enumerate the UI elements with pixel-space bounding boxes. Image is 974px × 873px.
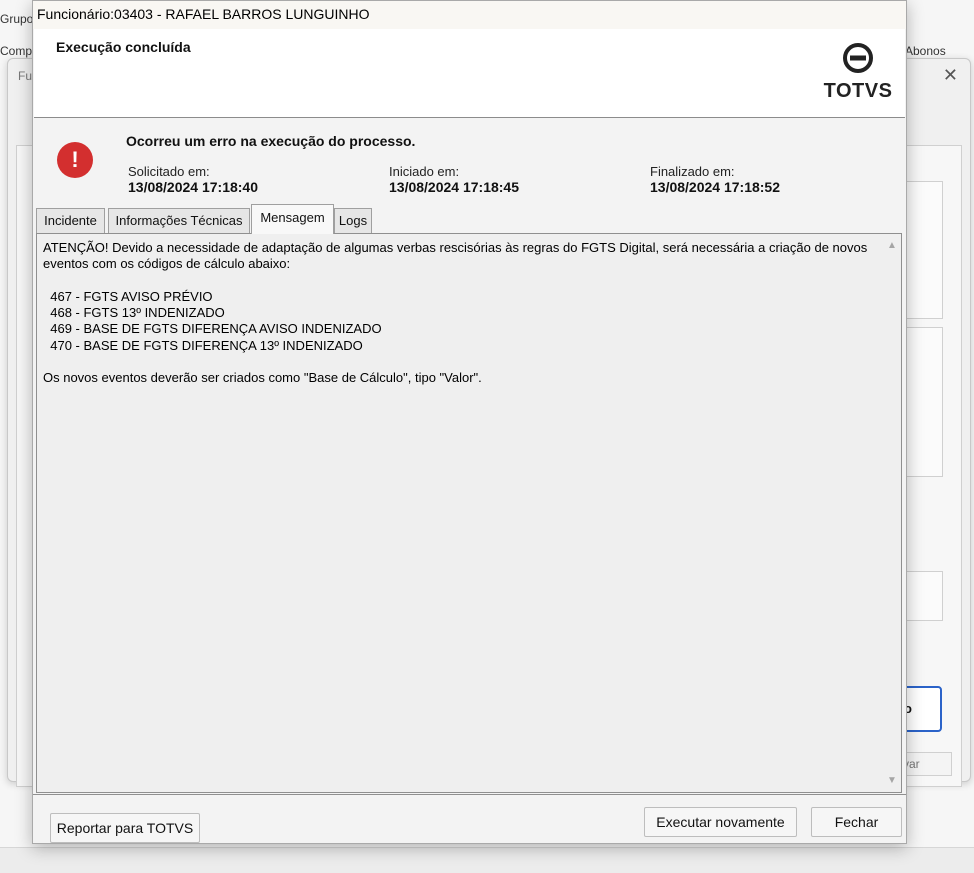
message-scrollbar[interactable]: ▲ ▼: [883, 235, 900, 791]
totvs-logo-icon: [843, 43, 873, 73]
background-group-box: [905, 327, 943, 477]
message-panel: ATENÇÃO! Devido a necessidade de adaptaç…: [36, 233, 902, 793]
close-icon[interactable]: ✕: [943, 65, 958, 86]
bg-label-grupo: Grupo: [0, 12, 34, 26]
footer-divider: [33, 794, 906, 795]
started-value: 13/08/2024 17:18:45: [389, 179, 519, 195]
bg-window-title: Fu: [18, 69, 33, 83]
tab-mensagem[interactable]: Mensagem: [251, 204, 334, 234]
started-info: Iniciado em: 13/08/2024 17:18:45: [389, 164, 519, 195]
requested-value: 13/08/2024 17:18:40: [128, 179, 258, 195]
finished-info: Finalizado em: 13/08/2024 17:18:52: [650, 164, 780, 195]
background-status-bar: [0, 847, 974, 873]
error-icon: !: [57, 142, 93, 178]
dialog-title: Funcionário:03403 - RAFAEL BARROS LUNGUI…: [33, 1, 906, 29]
scroll-up-icon[interactable]: ▲: [887, 240, 897, 251]
banner-title: Execução concluída: [56, 39, 191, 55]
bg-label-comp: Comp: [0, 44, 33, 58]
background-field: [905, 571, 943, 621]
scroll-down-icon[interactable]: ▼: [887, 775, 897, 786]
tab-logs[interactable]: Logs: [334, 208, 372, 233]
error-title: Ocorreu um erro na execução do processo.: [126, 133, 416, 149]
tab-informacoes-tecnicas[interactable]: Informações Técnicas: [108, 208, 250, 233]
totvs-logo-text: TOTVS: [823, 80, 893, 102]
requested-info: Solicitado em: 13/08/2024 17:18:40: [128, 164, 258, 195]
totvs-logo: TOTVS: [823, 43, 893, 105]
rerun-button[interactable]: Executar novamente: [644, 807, 797, 837]
bg-label-abonos: Abonos: [905, 44, 946, 58]
dialog-banner: Execução concluída TOTVS: [34, 29, 905, 118]
requested-label: Solicitado em:: [128, 164, 210, 179]
finished-label: Finalizado em:: [650, 164, 735, 179]
finished-value: 13/08/2024 17:18:52: [650, 179, 780, 195]
background-group-box: [905, 181, 943, 319]
execution-dialog: Funcionário:03403 - RAFAEL BARROS LUNGUI…: [32, 0, 907, 844]
started-label: Iniciado em:: [389, 164, 460, 179]
report-to-totvs-button[interactable]: Reportar para TOTVS: [50, 813, 200, 843]
close-button[interactable]: Fechar: [811, 807, 902, 837]
tab-incidente[interactable]: Incidente: [36, 208, 105, 233]
message-text: ATENÇÃO! Devido a necessidade de adaptaç…: [43, 240, 868, 386]
